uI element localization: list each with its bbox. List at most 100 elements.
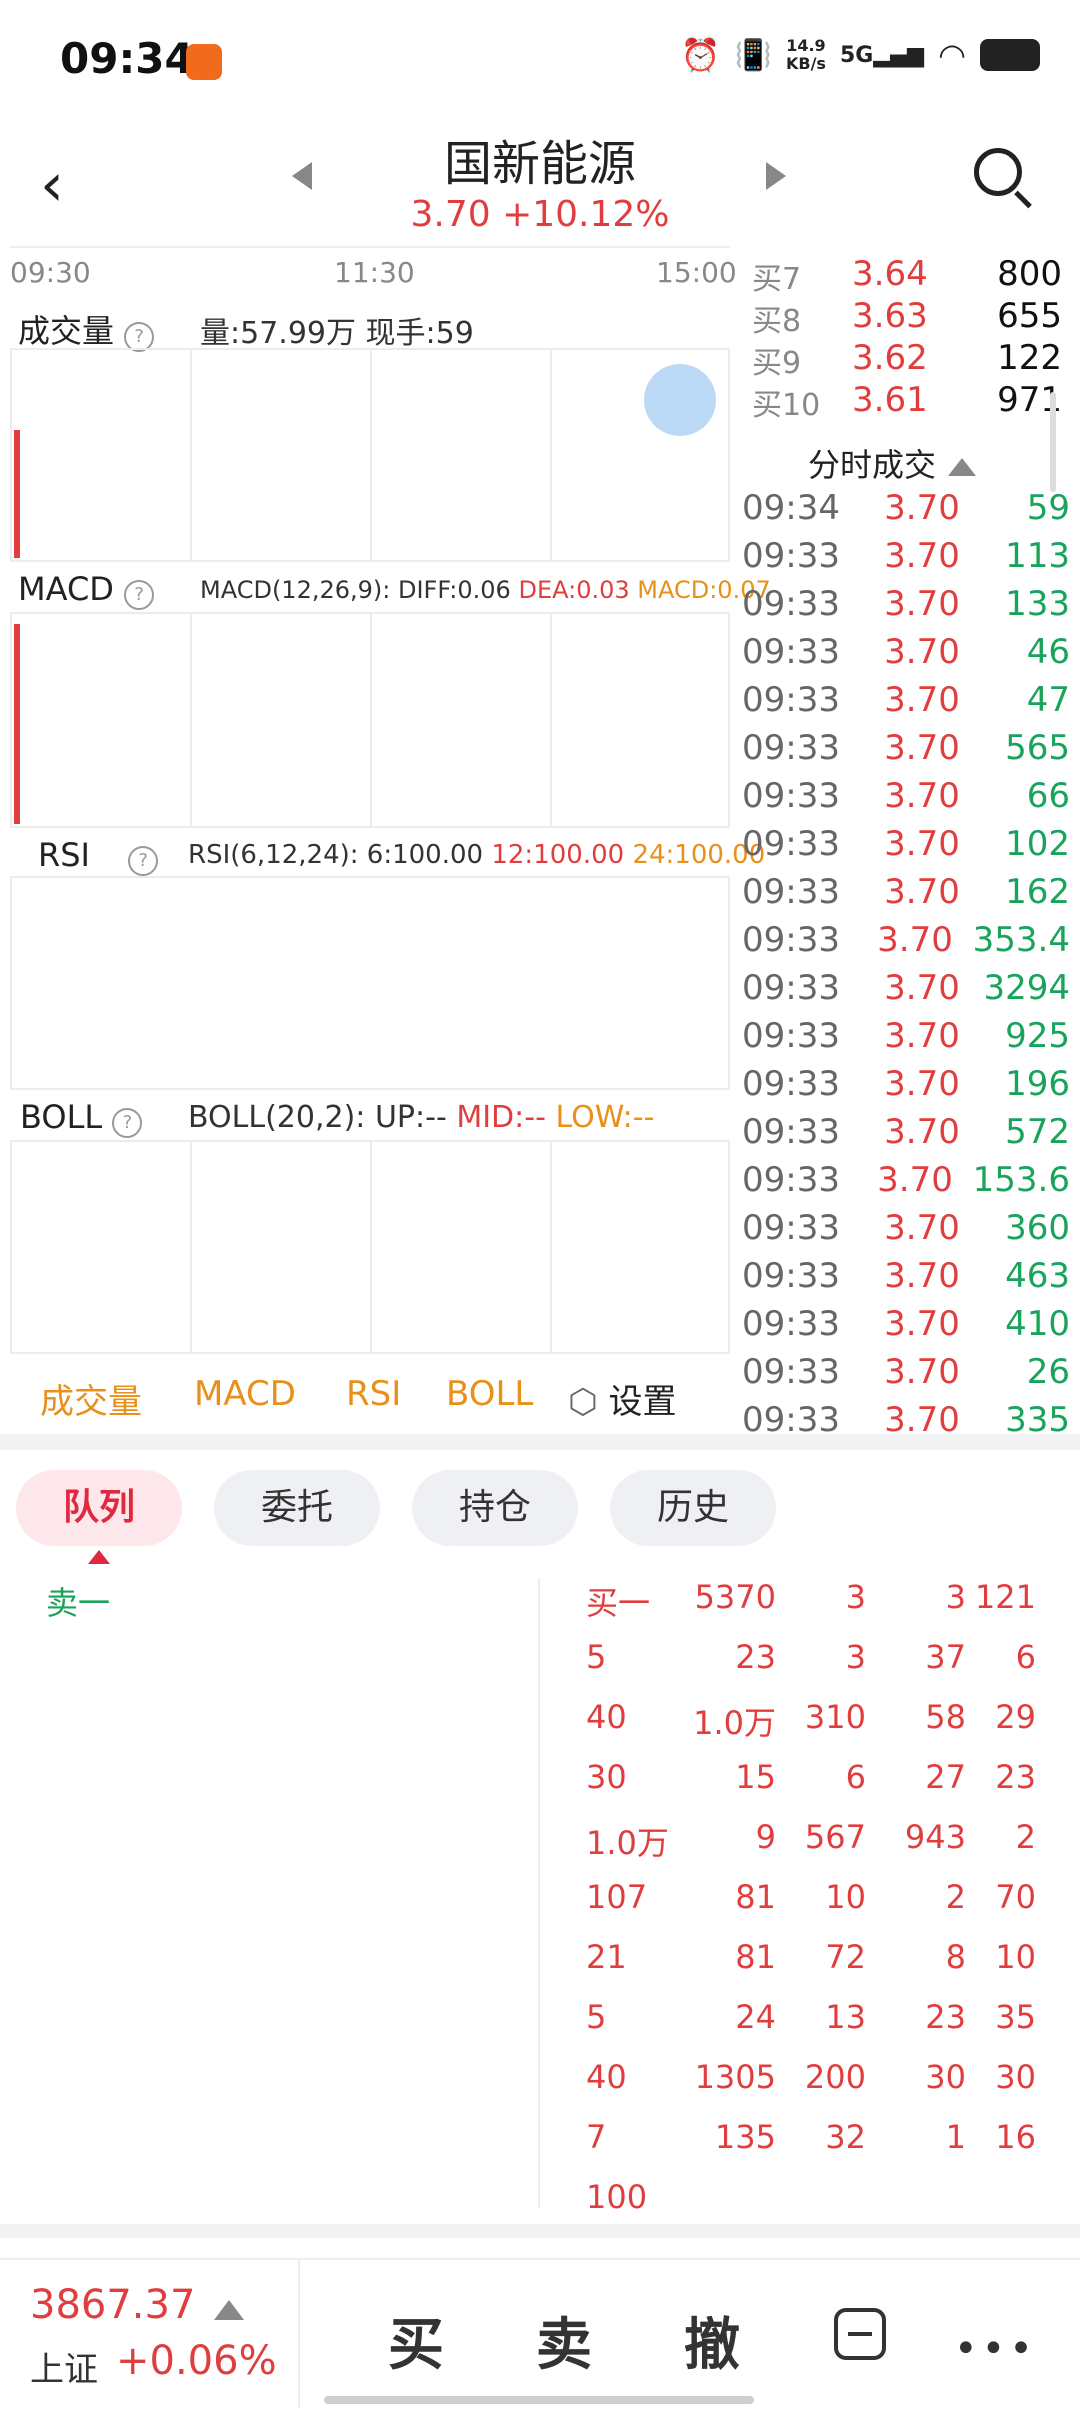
order-level-label: 买10 xyxy=(752,388,821,423)
queue-cell: 29 xyxy=(995,1698,1036,1736)
tick-time: 09:33 xyxy=(742,776,840,816)
queue-cell: 27 xyxy=(925,1758,966,1796)
tick-volume: 353.4 xyxy=(972,920,1070,960)
app-notification-icon xyxy=(186,44,222,80)
tick-volume: 113 xyxy=(1005,536,1070,576)
minimize-icon[interactable] xyxy=(834,2308,886,2360)
queue-cell: 1.0万 xyxy=(693,1704,776,1742)
boll-low: LOW:-- xyxy=(555,1100,655,1135)
tab-positions[interactable]: 持仓 xyxy=(412,1470,578,1546)
tick-volume: 572 xyxy=(1005,1112,1070,1152)
status-bar: 09:34 ⏰ 📳 14.9 KB/s 5G▂▄▆ ◠ xyxy=(0,0,1080,120)
order-price: 3.63 xyxy=(852,296,928,336)
tick-volume: 46 xyxy=(1026,632,1070,672)
macd-bar xyxy=(14,624,20,824)
tick-volume: 59 xyxy=(1026,488,1070,528)
tick-time: 09:33 xyxy=(742,1352,840,1392)
indicator-tab-boll[interactable]: BOLL xyxy=(446,1374,533,1414)
tick-price: 3.70 xyxy=(884,1352,960,1392)
order-volume: 971 xyxy=(997,380,1062,420)
macd-params: MACD(12,26,9): xyxy=(200,576,391,604)
macd-chart xyxy=(10,612,730,828)
macd-label[interactable]: MACD ? xyxy=(18,570,155,610)
indicator-tab-volume[interactable]: 成交量 xyxy=(40,1374,142,1423)
queue-cell xyxy=(676,2178,776,2216)
order-book-row[interactable]: 买8 3.63 655 xyxy=(752,296,1062,340)
boll-mid: MID:-- xyxy=(456,1100,546,1135)
scrollbar[interactable] xyxy=(1050,392,1056,492)
tab-orders[interactable]: 委托 xyxy=(214,1470,380,1546)
boll-label-text: BOLL xyxy=(20,1098,103,1136)
settings-label: 设置 xyxy=(608,1382,677,1422)
tick-row: 09:33 3.70 335 xyxy=(742,1400,1070,1432)
queue-row: 40 1305 200 30 30 xyxy=(586,2058,1036,2096)
volume-label[interactable]: 成交量 ? xyxy=(18,306,155,352)
ticks-title-text: 分时成交 xyxy=(808,446,937,484)
vibrate-icon: 📳 xyxy=(734,37,772,73)
boll-label[interactable]: BOLL ? xyxy=(20,1098,143,1138)
tick-price: 3.70 xyxy=(884,824,960,864)
expand-icon[interactable] xyxy=(644,364,716,436)
order-volume: 655 xyxy=(997,296,1062,336)
queue-cell: 23 xyxy=(735,1638,776,1676)
ticks-title[interactable]: 分时成交 xyxy=(808,440,977,486)
tick-volume: 162 xyxy=(1005,872,1070,912)
search-icon[interactable] xyxy=(974,148,1022,196)
order-book-row[interactable]: 买9 3.62 122 xyxy=(752,338,1062,382)
ticks-list[interactable]: 09:34 3.70 59 09:33 3.70 113 09:33 3.70 133 09:33… xyxy=(736,488,1080,1432)
boll-params: BOLL(20,2): xyxy=(188,1100,366,1135)
queue-cell: 9 xyxy=(755,1818,776,1856)
tab-history[interactable]: 历史 xyxy=(610,1470,776,1546)
help-icon[interactable]: ? xyxy=(124,580,155,610)
queue-cell: 3 xyxy=(845,1638,866,1676)
queue-cell: 1.0万 xyxy=(586,1824,669,1862)
index-value[interactable]: 3867.37 xyxy=(30,2282,195,2328)
index-expand-icon[interactable] xyxy=(214,2300,244,2320)
cancel-button[interactable]: 撤 xyxy=(684,2300,740,2381)
queue-cell: 30 xyxy=(586,1758,627,1796)
buy-button[interactable]: 买 xyxy=(388,2300,444,2381)
sell-button[interactable]: 卖 xyxy=(536,2300,592,2381)
macd-label-text: MACD xyxy=(18,570,114,608)
queue-cell: 100 xyxy=(586,2178,648,2216)
rsi-params: RSI(6,12,24): xyxy=(188,840,359,870)
tick-volume: 565 xyxy=(1005,728,1070,768)
grid-line xyxy=(550,614,552,826)
stock-price-change: 3.70 +10.12% xyxy=(410,194,670,235)
tick-row: 09:33 3.70 196 xyxy=(742,1064,1070,1104)
wifi-icon: ◠ xyxy=(938,36,966,74)
queue-cell xyxy=(776,2178,866,2216)
home-indicator[interactable] xyxy=(324,2396,754,2404)
queue-row: 107 81 10 2 70 xyxy=(586,1878,1036,1916)
queue-row: 21 81 72 8 10 xyxy=(586,1938,1036,1976)
gear-icon: ⬡ xyxy=(568,1382,598,1422)
tick-volume: 196 xyxy=(1005,1064,1070,1104)
queue-cell: 15 xyxy=(735,1758,776,1796)
queue-cell: 3 xyxy=(845,1578,866,1616)
next-stock-icon[interactable] xyxy=(766,162,786,190)
tick-volume: 360 xyxy=(1005,1208,1070,1248)
rsi-label[interactable]: RSI ? xyxy=(38,836,159,876)
indicator-tab-macd[interactable]: MACD xyxy=(194,1374,296,1414)
settings-button[interactable]: ⬡ 设置 xyxy=(568,1374,677,1423)
tick-volume: 153.6 xyxy=(972,1160,1070,1200)
order-book-row[interactable]: 买7 3.64 800 xyxy=(752,254,1062,298)
indicator-tab-rsi[interactable]: RSI xyxy=(346,1374,401,1414)
tick-time: 09:33 xyxy=(742,1400,840,1432)
time-axis-start: 09:30 xyxy=(10,256,91,289)
help-icon[interactable]: ? xyxy=(128,846,159,876)
more-icon[interactable]: ••• xyxy=(954,2326,1037,2372)
queue-row: 1.0万 9 567 943 2 xyxy=(586,1818,1036,1864)
help-icon[interactable]: ? xyxy=(112,1108,143,1138)
boll-info: BOLL(20,2): UP:-- MID:-- LOW:-- xyxy=(188,1100,654,1135)
signal-icon: 5G▂▄▆ xyxy=(839,42,925,68)
index-name: 上证 xyxy=(30,2350,98,2390)
tick-time: 09:33 xyxy=(742,1304,840,1344)
tick-time: 09:34 xyxy=(742,488,840,528)
tab-queue[interactable]: 队列 xyxy=(16,1470,182,1546)
queue-cell: 35 xyxy=(995,1998,1036,2036)
macd-diff: DIFF:0.06 xyxy=(398,576,511,604)
order-book-row[interactable]: 买10 3.61 971 xyxy=(752,380,1062,424)
tick-volume: 925 xyxy=(1005,1016,1070,1056)
queue-cell: 40 xyxy=(586,2058,627,2096)
